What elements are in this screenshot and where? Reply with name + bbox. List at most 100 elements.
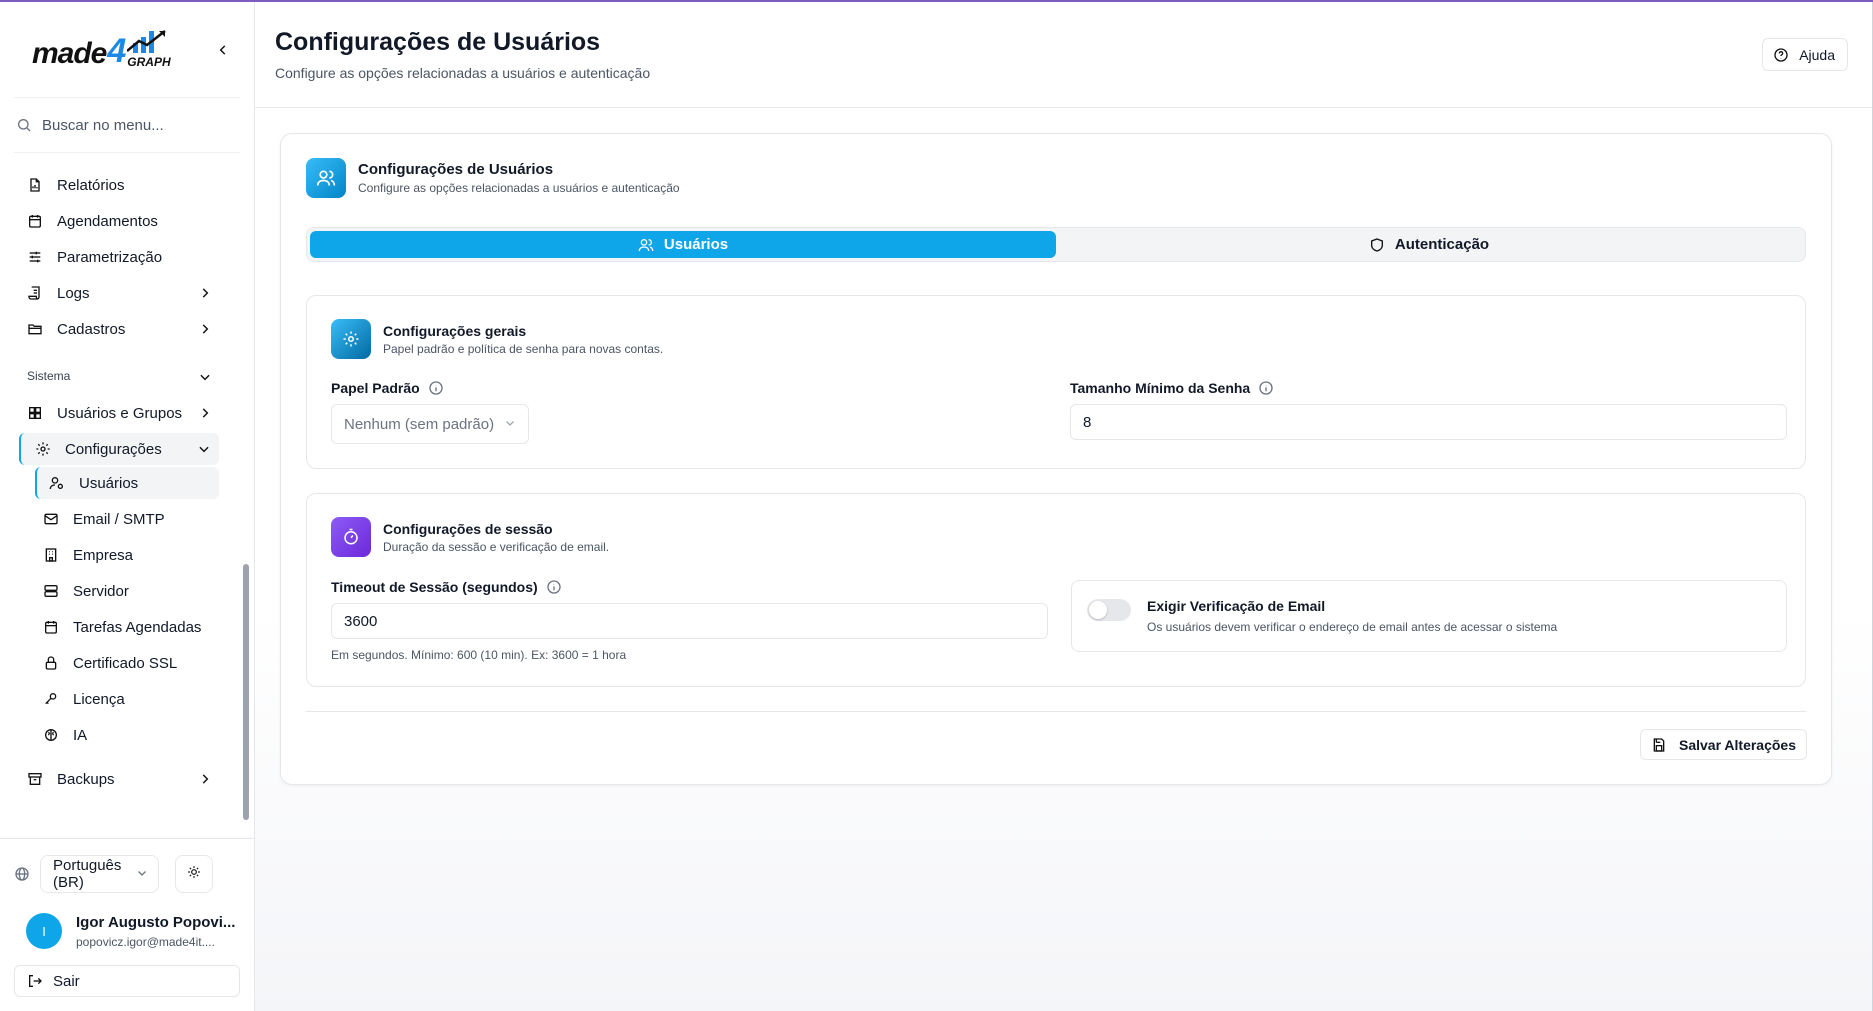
info-icon[interactable] bbox=[428, 380, 444, 396]
mail-icon bbox=[43, 511, 59, 527]
user-profile[interactable]: I Igor Augusto Popovi... popovicz.igor@m… bbox=[0, 893, 254, 949]
sidebar-item-label: Agendamentos bbox=[57, 212, 158, 230]
sidebar-item-label: Logs bbox=[57, 284, 90, 302]
menu-search bbox=[14, 98, 240, 153]
sidebar-item-label: Empresa bbox=[73, 546, 134, 564]
chevron-down-icon bbox=[198, 370, 212, 387]
sidebar-item-cadastros[interactable]: Cadastros bbox=[0, 311, 220, 347]
sidebar-item-label: IA bbox=[73, 726, 88, 744]
sidebar-subitem-ia[interactable]: IA bbox=[0, 717, 220, 753]
sidebar-scrollbar[interactable] bbox=[243, 564, 249, 820]
user-email: popovicz.igor@made4it.... bbox=[76, 934, 215, 949]
sidebar-subitem-email-smtp[interactable]: Email / SMTP bbox=[0, 501, 220, 537]
email-verification-description: Os usuários devem verificar o endereço d… bbox=[1147, 620, 1558, 634]
min-password-input[interactable]: 8 bbox=[1070, 404, 1787, 440]
section-label: Sistema bbox=[27, 369, 71, 383]
calendar-icon bbox=[43, 619, 59, 635]
language-value: Português (BR) bbox=[53, 857, 122, 891]
users-icon bbox=[638, 237, 654, 253]
file-chart-icon bbox=[27, 177, 43, 193]
sliders-icon bbox=[27, 249, 43, 265]
session-settings-title: Configurações de sessão bbox=[383, 520, 553, 537]
chevron-left-icon bbox=[219, 44, 226, 55]
session-timeout-label-text: Timeout de Sessão (segundos) bbox=[331, 579, 538, 595]
sidebar-item-configuracoes[interactable]: Configurações bbox=[19, 433, 219, 465]
sidebar-subitem-servidor[interactable]: Servidor bbox=[0, 573, 220, 609]
collapse-sidebar-button[interactable] bbox=[212, 39, 234, 61]
sidebar-item-label: Usuários bbox=[79, 474, 139, 492]
user-settings-card: Configurações de Usuários Configure as o… bbox=[280, 133, 1832, 785]
tab-autenticacao[interactable]: Autenticação bbox=[1056, 231, 1802, 258]
sidebar-subitem-empresa[interactable]: Empresa bbox=[0, 537, 220, 573]
min-password-label-text: Tamanho Mínimo da Senha bbox=[1070, 380, 1251, 396]
sidebar-subitem-usuarios[interactable]: Usuários bbox=[35, 467, 219, 499]
session-timeout-hint: Em segundos. Mínimo: 600 (10 min). Ex: 3… bbox=[331, 648, 627, 662]
sidebar-item-usuarios-grupos[interactable]: Usuários e Grupos bbox=[0, 395, 220, 431]
building-icon bbox=[43, 547, 59, 563]
logo-made-text: made bbox=[32, 36, 107, 70]
user-cog-icon bbox=[49, 475, 65, 491]
sidebar-subitem-certificado-ssl[interactable]: Certificado SSL bbox=[0, 645, 220, 681]
min-password-label: Tamanho Mínimo da Senha bbox=[1070, 380, 1274, 396]
sidebar-item-backups[interactable]: Backups bbox=[0, 761, 220, 797]
logout-button[interactable]: Sair bbox=[14, 965, 240, 997]
card-subtitle: Configure as opções relacionadas a usuár… bbox=[358, 181, 680, 195]
sidebar-nav: Relatórios Agendamentos Parametrização L… bbox=[0, 153, 254, 797]
sidebar: made 4 GRAPH Buscar no menu... Relatório… bbox=[0, 2, 255, 1011]
help-button[interactable]: Ajuda bbox=[1762, 38, 1848, 71]
users-icon bbox=[306, 158, 346, 198]
default-role-value: Nenhum (sem padrão) bbox=[344, 415, 495, 433]
default-role-select[interactable]: Nenhum (sem padrão) bbox=[331, 404, 530, 444]
sidebar-item-label: Parametrização bbox=[57, 248, 163, 266]
general-settings-subtitle: Papel padrão e política de senha para no… bbox=[383, 341, 664, 356]
menu-search-input[interactable] bbox=[42, 116, 232, 134]
help-circle-icon bbox=[1773, 47, 1789, 63]
globe-icon bbox=[14, 866, 30, 882]
folder-icon bbox=[27, 321, 43, 337]
language-row: Português (BR) bbox=[0, 839, 254, 893]
sidebar-item-label: Usuários e Grupos bbox=[57, 404, 183, 422]
chevron-down-icon bbox=[504, 416, 516, 433]
gear-icon bbox=[331, 319, 371, 359]
sidebar-subitem-licenca[interactable]: Licença bbox=[0, 681, 220, 717]
session-timeout-value: 3600 bbox=[344, 612, 378, 630]
sidebar-item-label: Cadastros bbox=[57, 320, 126, 338]
general-settings-title: Configurações gerais bbox=[383, 322, 527, 339]
save-button[interactable]: Salvar Alterações bbox=[1640, 729, 1807, 760]
email-verification-title: Exigir Verificação de Email bbox=[1147, 598, 1326, 614]
sidebar-item-logs[interactable]: Logs bbox=[0, 275, 220, 311]
language-select[interactable]: Português (BR) bbox=[40, 855, 159, 893]
sidebar-item-agendamentos[interactable]: Agendamentos bbox=[0, 203, 220, 239]
theme-toggle-button[interactable] bbox=[175, 855, 213, 893]
info-icon[interactable] bbox=[1258, 380, 1274, 396]
min-password-value: 8 bbox=[1083, 413, 1092, 431]
page-header: Configurações de Usuários Configure as o… bbox=[255, 2, 1872, 108]
session-timeout-input[interactable]: 3600 bbox=[331, 603, 1048, 639]
user-name: Igor Augusto Popovi... bbox=[76, 913, 236, 931]
sidebar-item-label: Servidor bbox=[73, 582, 129, 600]
sidebar-item-label: Email / SMTP bbox=[73, 510, 165, 528]
info-icon[interactable] bbox=[546, 579, 562, 595]
help-label: Ajuda bbox=[1799, 46, 1835, 63]
sidebar-item-parametrizacao[interactable]: Parametrização bbox=[0, 239, 220, 275]
card-title: Configurações de Usuários bbox=[358, 161, 554, 178]
tab-usuarios[interactable]: Usuários bbox=[310, 231, 1056, 258]
page-title: Configurações de Usuários bbox=[275, 28, 601, 56]
logo-graph-text: GRAPH bbox=[127, 54, 171, 69]
session-settings-header: Configurações de sessão Duração da sessã… bbox=[331, 517, 609, 557]
search-icon bbox=[16, 117, 32, 133]
chevron-down-icon bbox=[136, 866, 148, 883]
server-icon bbox=[43, 583, 59, 599]
sidebar-section-sistema[interactable]: Sistema bbox=[0, 365, 220, 387]
email-verification-toggle[interactable] bbox=[1087, 599, 1131, 621]
avatar: I bbox=[26, 913, 62, 949]
key-icon bbox=[43, 691, 59, 707]
default-role-label-text: Papel Padrão bbox=[331, 380, 420, 396]
sidebar-item-relatorios[interactable]: Relatórios bbox=[0, 167, 220, 203]
chevron-right-icon bbox=[198, 322, 212, 340]
sidebar-item-label: Licença bbox=[73, 690, 125, 708]
sidebar-subitem-tarefas-agendadas[interactable]: Tarefas Agendadas bbox=[0, 609, 220, 645]
sidebar-item-label: Certificado SSL bbox=[73, 654, 178, 672]
sidebar-footer: Português (BR) I Igor Augusto Popovi... … bbox=[0, 838, 254, 1011]
logo-4-text: 4 bbox=[107, 31, 127, 70]
